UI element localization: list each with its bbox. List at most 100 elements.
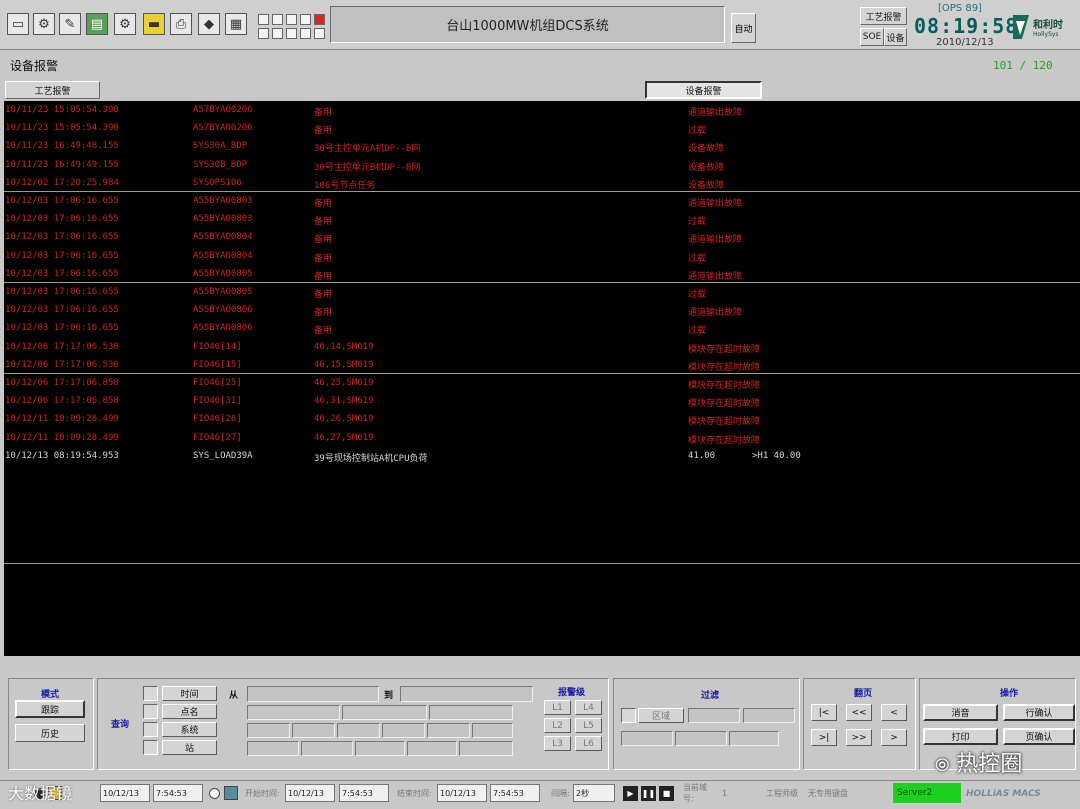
alarm-row[interactable]: 10/12/03 17:06:16.655 A55BYAO0805 备用 过载: [4, 283, 1080, 301]
alarm-row[interactable]: 10/12/06 17:17:06.530 FIO46[14] 46,14,SM61…: [4, 338, 1080, 356]
stop-icon[interactable]: ■: [659, 786, 674, 801]
screen-slot[interactable]: [286, 28, 297, 39]
alarm-row[interactable]: 10/12/03 17:06:16.655 A55BYAO0803 备用 过载: [4, 210, 1080, 228]
filter-field[interactable]: [621, 731, 673, 746]
alarm-row[interactable]: 10/12/03 17:06:16.655 A55BYAO0806 备用 过载: [4, 319, 1080, 337]
alarm-row[interactable]: 10/12/06 17:17:06.858 FIO46[25] 46,25,SM61…: [4, 374, 1080, 392]
screen-slot[interactable]: [258, 28, 269, 39]
screen-slot[interactable]: [314, 28, 325, 39]
alarm-row[interactable]: 10/11/23 16:49:49.155 SYS30B_BDP 30号主控单元B机…: [4, 156, 1080, 174]
track-button[interactable]: 跟踪: [15, 700, 85, 718]
point-button[interactable]: 点名: [162, 704, 217, 719]
prev-many-button[interactable]: <<: [846, 704, 872, 721]
time-checkbox[interactable]: [143, 686, 158, 701]
start-time-field[interactable]: 7:54:53: [339, 784, 389, 802]
to-field[interactable]: [400, 686, 533, 702]
start-date-field[interactable]: 10/12/13: [285, 784, 335, 802]
area-checkbox[interactable]: [621, 708, 636, 723]
filter-field[interactable]: [675, 731, 727, 746]
end-date-field[interactable]: 10/12/13: [437, 784, 487, 802]
level-l2-button[interactable]: L2: [544, 718, 571, 733]
alarm-row[interactable]: 10/12/11 10:09:28.499 FIO46[26] 46,26,SM61…: [4, 410, 1080, 428]
system-field[interactable]: [382, 723, 425, 738]
printer-icon[interactable]: ⎙: [170, 13, 192, 35]
alarm-row[interactable]: 10/12/06 17:17:06.530 FIO46[15] 46,15,SM61…: [4, 356, 1080, 374]
monitor-icon[interactable]: ▭: [7, 13, 29, 35]
last-page-button[interactable]: >|: [811, 729, 837, 746]
next-many-button[interactable]: >>: [846, 729, 872, 746]
filter-field[interactable]: [688, 708, 740, 723]
settings-icon[interactable]: ⚙: [114, 13, 136, 35]
system-field[interactable]: [472, 723, 513, 738]
station-field[interactable]: [355, 741, 405, 756]
system-field[interactable]: [427, 723, 470, 738]
alarm-row[interactable]: 10/12/03 17:06:16.655 A55BYAO0806 备用 通道输出故障: [4, 301, 1080, 319]
screen-slot[interactable]: [272, 28, 283, 39]
time-button[interactable]: 时间: [162, 686, 217, 701]
level-l1-button[interactable]: L1: [544, 700, 571, 715]
station-checkbox[interactable]: [143, 740, 158, 755]
history-button[interactable]: 历史: [15, 724, 85, 742]
history-icon[interactable]: [224, 786, 238, 800]
alarm-row[interactable]: 10/11/23 15:05:54.390 A57BYAO0206 备用 通道输出故障: [4, 101, 1080, 119]
silence-button[interactable]: 消音: [923, 704, 998, 721]
point-checkbox[interactable]: [143, 704, 158, 719]
alarm-row[interactable]: 10/12/13 08:19:54.953 SYS_LOAD39A 39号现场控制站…: [4, 447, 1080, 465]
prev-page-button[interactable]: <: [881, 704, 907, 721]
system-field[interactable]: [292, 723, 335, 738]
screen-slot[interactable]: [300, 14, 311, 25]
level-l5-button[interactable]: L5: [575, 718, 602, 733]
screen-slot[interactable]: [258, 14, 269, 25]
alarm-row[interactable]: 10/11/23 16:49:48.155 SYS30A_BDP 30号主控单元A机…: [4, 137, 1080, 155]
auto-button[interactable]: 自动: [731, 13, 756, 43]
level-l4-button[interactable]: L4: [575, 700, 602, 715]
interval-select[interactable]: 2秒: [573, 784, 615, 802]
alarm-row[interactable]: 10/12/03 17:06:16.655 A55BYAO0804 备用 通道输出故障: [4, 228, 1080, 246]
point-field[interactable]: [342, 705, 427, 720]
time-field[interactable]: 7:54:53: [153, 784, 203, 802]
play-icon[interactable]: ▶: [623, 786, 638, 801]
next-page-button[interactable]: >: [881, 729, 907, 746]
level-l6-button[interactable]: L6: [575, 736, 602, 751]
first-page-button[interactable]: |<: [811, 704, 837, 721]
system-button[interactable]: 系统: [162, 722, 217, 737]
point-field[interactable]: [247, 705, 340, 720]
tools-icon[interactable]: ✎: [59, 13, 81, 35]
document-icon[interactable]: ▤: [86, 13, 108, 35]
radio-range[interactable]: [209, 788, 220, 799]
page-acknowledge-button[interactable]: 页确认: [1003, 728, 1075, 745]
station-field[interactable]: [301, 741, 353, 756]
soe-button[interactable]: SOE: [860, 28, 884, 46]
pause-icon[interactable]: ❚❚: [641, 786, 656, 801]
system-field[interactable]: [337, 723, 380, 738]
alarm-row[interactable]: 10/12/11 10:09:28.499 FIO46[27] 46,27,SM61…: [4, 429, 1080, 447]
folder-icon[interactable]: ▬: [143, 13, 165, 35]
level-l3-button[interactable]: L3: [544, 736, 571, 751]
screen-slot[interactable]: [272, 14, 283, 25]
station-field[interactable]: [459, 741, 513, 756]
tag-icon[interactable]: ◆: [198, 13, 220, 35]
tab-process-alarm[interactable]: 工艺报警: [5, 81, 100, 99]
alarm-row[interactable]: 10/12/03 17:06:16.655 A55BYAO0804 备用 过载: [4, 247, 1080, 265]
point-field[interactable]: [429, 705, 513, 720]
system-checkbox[interactable]: [143, 722, 158, 737]
screen-slot-active[interactable]: [314, 14, 325, 25]
alarm-row[interactable]: 10/12/03 17:06:16.655 A55BYAO0805 备用 通道输出故障: [4, 265, 1080, 283]
row-acknowledge-button[interactable]: 行确认: [1003, 704, 1075, 721]
alarm-row[interactable]: 10/12/06 17:17:06.858 FIO46[31] 46,31,SM61…: [4, 392, 1080, 410]
station-field[interactable]: [407, 741, 457, 756]
process-alarm-button[interactable]: 工艺报警: [860, 7, 907, 25]
alarm-row[interactable]: 10/12/03 17:06:16.655 A55BYAO0803 备用 通道输出故障: [4, 192, 1080, 210]
end-time-field[interactable]: 7:54:53: [490, 784, 540, 802]
screen-slot[interactable]: [286, 14, 297, 25]
filter-field[interactable]: [743, 708, 795, 723]
filter-field[interactable]: [729, 731, 779, 746]
alarm-row[interactable]: 10/12/02 17:20:25.984 SYSOPS106 106号节点任务 设备…: [4, 174, 1080, 192]
print-button[interactable]: 打印: [923, 728, 998, 745]
device-button[interactable]: 设备: [884, 28, 907, 46]
station-field[interactable]: [247, 741, 299, 756]
clipboard-icon[interactable]: ▦: [225, 13, 247, 35]
area-button[interactable]: 区域: [638, 708, 684, 723]
from-field[interactable]: [247, 686, 379, 702]
gears-icon[interactable]: ⚙: [33, 13, 55, 35]
